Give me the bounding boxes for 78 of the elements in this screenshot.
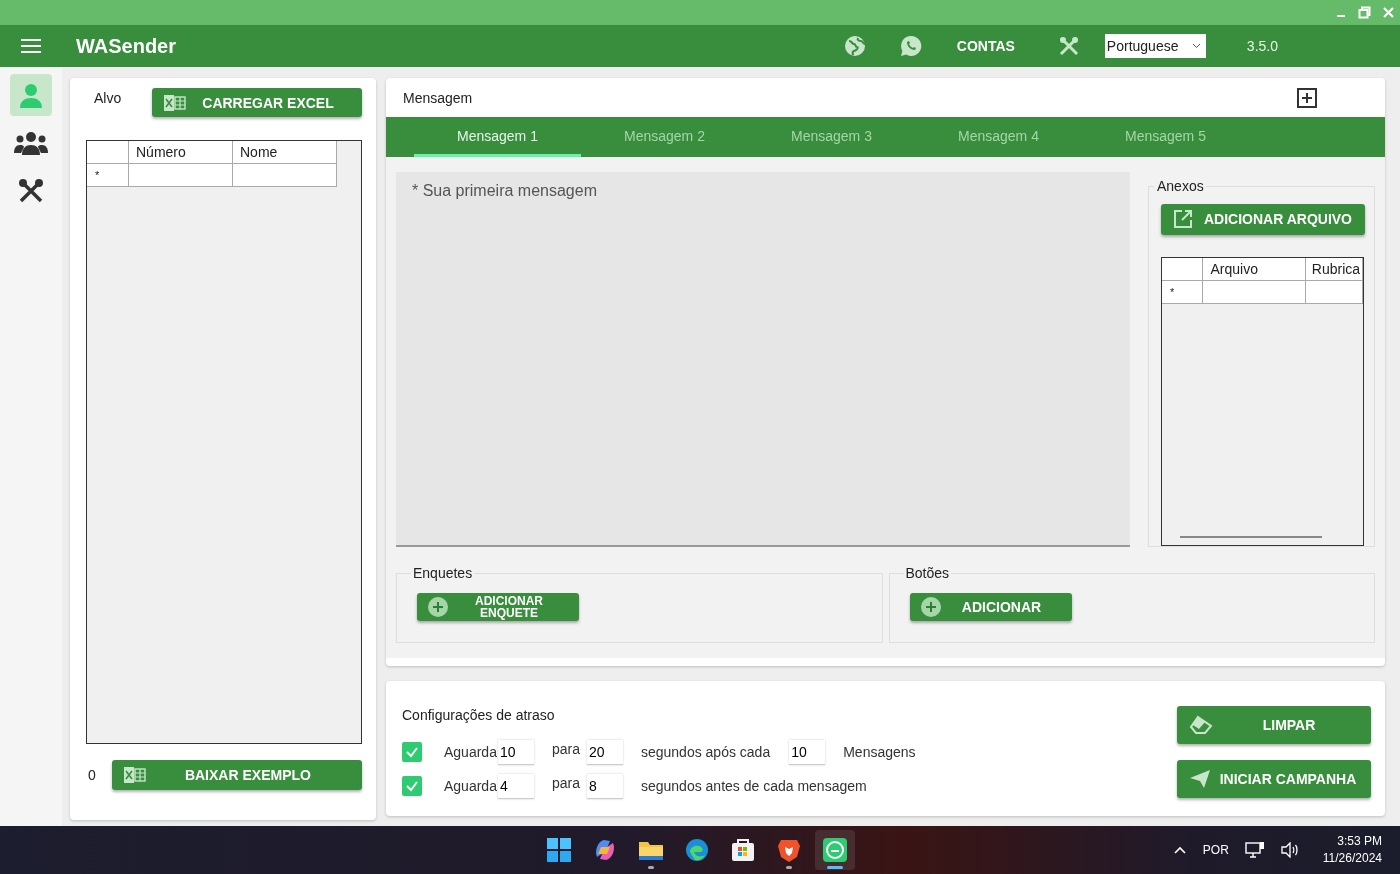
column-header: Número (129, 141, 233, 164)
globe-icon (843, 35, 866, 57)
add-icon[interactable] (1297, 87, 1317, 108)
new-row-marker: * (87, 164, 129, 187)
row-count: 0 (88, 767, 96, 783)
buttons-label: Botões (904, 565, 951, 581)
eraser-icon (1189, 715, 1213, 735)
plus-circle-icon (427, 596, 449, 618)
shopping-bag-icon (730, 837, 756, 863)
restore-icon[interactable] (1358, 6, 1371, 19)
polls-label: Enquetes (412, 565, 474, 581)
check-icon (405, 746, 419, 758)
person-icon (18, 82, 44, 108)
checkbox[interactable] (402, 742, 422, 762)
header-cell (1162, 257, 1204, 281)
windows-icon (546, 837, 572, 863)
header-cell (87, 141, 129, 164)
add-file-button[interactable]: ADICIONAR ARQUIVO (1161, 204, 1365, 235)
message-tab[interactable]: Mensagem 2 (581, 117, 748, 157)
group-icon (14, 131, 48, 155)
menu-icon[interactable] (21, 38, 41, 54)
caret-icon (1191, 43, 1201, 49)
number-field[interactable]: 20 (586, 739, 623, 765)
clear-button[interactable]: LIMPAR (1177, 706, 1371, 744)
target-label: Alvo (94, 90, 122, 106)
close-icon[interactable] (1383, 7, 1394, 18)
number-field[interactable]: 10 (789, 739, 826, 765)
tools-icon (1057, 35, 1080, 57)
column-header: Arquivo (1203, 257, 1306, 281)
taskbar-app[interactable] (815, 830, 855, 870)
add-button[interactable]: ADICIONAR (909, 593, 1072, 621)
message-title: Mensagem (403, 89, 473, 106)
accounts-button[interactable]: CONTAS (938, 25, 1041, 67)
app-title: WASender (76, 34, 177, 58)
number-field[interactable]: 8 (586, 773, 623, 799)
phone-bubble-icon (899, 35, 922, 57)
clock[interactable]: 3:53 PM 11/26/2024 (1322, 833, 1382, 867)
message-tab[interactable]: Mensagem 5 (1082, 117, 1249, 157)
delay-description: segundos antes de cada mensagem (640, 778, 867, 794)
tools-icon (17, 177, 45, 205)
table-cell[interactable] (233, 164, 337, 187)
delay-description: segundos após cada (640, 744, 771, 760)
chevron-up-icon[interactable] (1172, 845, 1187, 855)
message-input[interactable]: * Sua primeira mensagem (396, 172, 1130, 547)
column-header: Nome (233, 141, 337, 164)
wait-label: Aguarda (444, 778, 497, 794)
table-cell[interactable] (129, 164, 233, 187)
input-language[interactable]: POR (1202, 843, 1229, 857)
speaker-icon[interactable] (1280, 842, 1299, 858)
message-tab[interactable]: Mensagem 4 (915, 117, 1082, 157)
version-label: 3.5.0 (1246, 38, 1278, 54)
checkbox[interactable] (402, 776, 422, 796)
send-icon (1189, 769, 1211, 789)
wait-label: Aguarda (444, 744, 497, 760)
attachments-label: Anexos (1156, 178, 1205, 194)
spreadsheet-icon (123, 766, 146, 784)
number-field[interactable]: 10 (497, 739, 534, 765)
browser-icon (684, 837, 710, 863)
messages-label: Mensagens (843, 744, 916, 760)
download-example-button[interactable]: BAIXAR EXEMPLO (111, 760, 362, 790)
add-poll-button[interactable]: ADICIONAR ENQUETE (417, 593, 579, 621)
start-campaign-button[interactable]: INICIAR CAMPANHA (1177, 760, 1371, 798)
plus-circle-icon (919, 596, 942, 618)
check-icon (405, 780, 419, 792)
spreadsheet-icon (164, 93, 186, 112)
external-link-icon (1173, 209, 1193, 230)
delay-settings-title: Configurações de atraso (402, 707, 556, 723)
scrollbar[interactable] (1180, 536, 1322, 538)
language-dropdown[interactable]: Portuguese (1104, 34, 1206, 58)
message-tab[interactable]: Mensagem 3 (748, 117, 915, 157)
load-excel-button[interactable]: CARREGAR EXCEL (152, 88, 362, 117)
new-row-marker: * (1162, 280, 1204, 304)
number-field[interactable]: 4 (497, 773, 534, 799)
column-header: Rubrica (1305, 257, 1363, 281)
network-icon[interactable] (1244, 841, 1265, 859)
to-label: para (551, 741, 580, 757)
to-label: para (551, 775, 580, 791)
table-cell[interactable] (1203, 280, 1306, 304)
